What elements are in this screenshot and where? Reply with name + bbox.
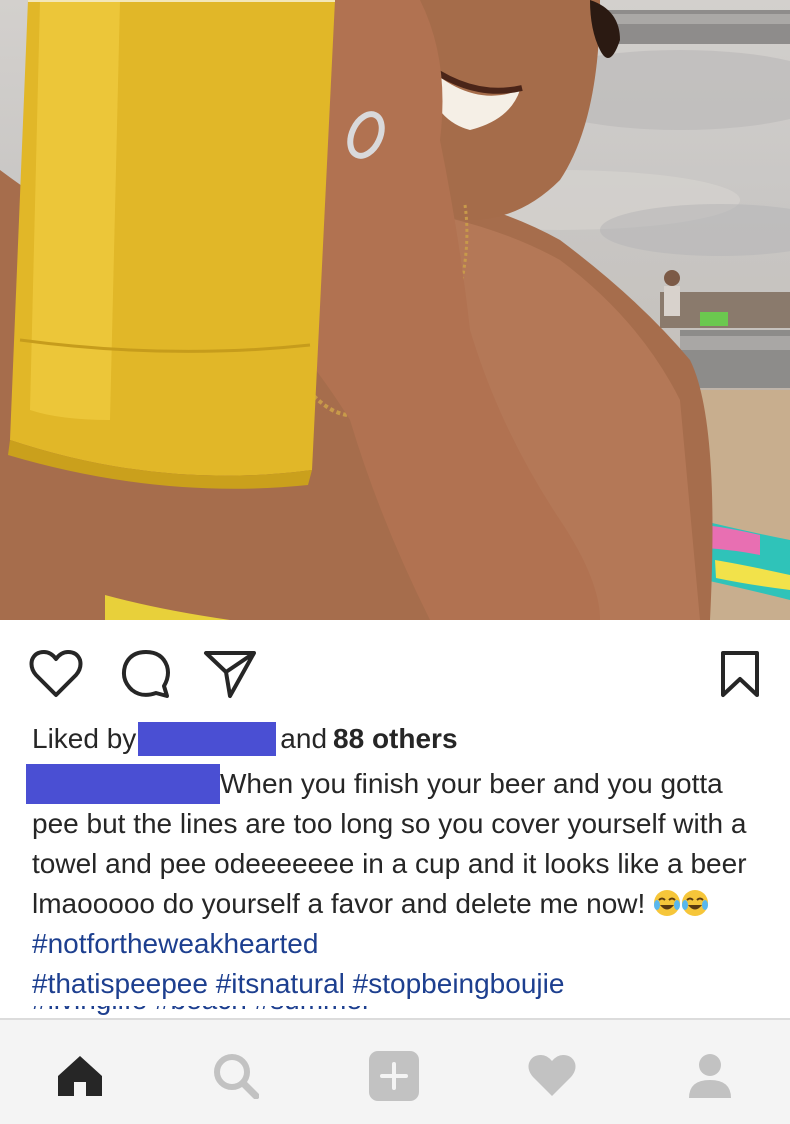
nav-profile[interactable]: [680, 1046, 740, 1106]
comment-icon: [121, 650, 170, 698]
nav-activity[interactable]: [522, 1046, 582, 1106]
like-button[interactable]: [28, 646, 84, 702]
liked-by-label: Liked by: [32, 723, 137, 754]
heart-icon: [29, 650, 83, 697]
redacted-author-name[interactable]: [26, 764, 220, 804]
profile-icon: [689, 1054, 731, 1098]
post-actions: [0, 640, 790, 704]
likes-summary[interactable]: Liked by and 88 others: [32, 720, 458, 758]
redacted-username: [138, 722, 277, 756]
crying-laughing-emoji: [654, 890, 681, 916]
share-button[interactable]: [202, 646, 258, 702]
search-icon: [214, 1054, 259, 1099]
share-icon: [204, 651, 256, 698]
crying-laughing-emoji: [682, 890, 709, 916]
bookmark-icon: [721, 651, 759, 697]
nav-add-post[interactable]: [364, 1046, 424, 1106]
home-icon: [58, 1056, 102, 1096]
comment-button[interactable]: [118, 646, 174, 702]
nav-search[interactable]: [206, 1046, 266, 1106]
nav-home[interactable]: [50, 1046, 110, 1106]
liked-count[interactable]: 88 others: [333, 720, 458, 758]
photo-illustration: [0, 0, 790, 620]
liked-and-label: and: [280, 723, 328, 754]
activity-heart-icon: [528, 1055, 576, 1096]
save-button[interactable]: [712, 646, 768, 702]
hashtag-line-2[interactable]: #thatispeepee #itsnatural #stopbeingbouj…: [32, 968, 564, 999]
bottom-nav: [0, 1018, 790, 1124]
add-post-icon: [369, 1051, 419, 1101]
post-photo[interactable]: [0, 0, 790, 620]
hashtag-line-1[interactable]: #notfortheweakhearted: [32, 928, 318, 959]
post-caption: When you finish your beer and you gotta …: [26, 764, 772, 1004]
